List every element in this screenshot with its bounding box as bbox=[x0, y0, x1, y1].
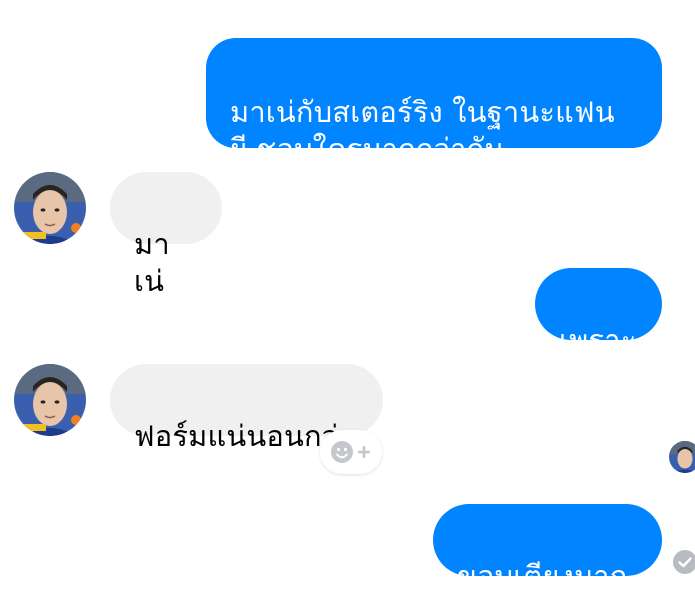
contact-avatar-icon[interactable] bbox=[14, 364, 86, 436]
seen-avatar-icon bbox=[669, 441, 695, 473]
add-reaction-button[interactable] bbox=[320, 430, 382, 474]
message-text: ขอบเตียงมาก bbox=[457, 559, 628, 593]
message-text: มาเน่ bbox=[134, 227, 170, 298]
outgoing-message-bubble[interactable]: เพราะ bbox=[535, 268, 662, 357]
check-circle-icon bbox=[673, 550, 695, 574]
incoming-message-bubble[interactable]: มาเน่ bbox=[110, 172, 222, 298]
smiley-plus-icon bbox=[331, 441, 370, 463]
message-text: มาเน่กับสเตอร์ริง ในฐานะแฟน ผี ชอบใครมาก… bbox=[230, 95, 615, 166]
check-icon bbox=[678, 557, 692, 568]
message-text: เพราะ bbox=[559, 323, 637, 357]
avatar-icon bbox=[14, 172, 86, 244]
contact-avatar-icon[interactable] bbox=[14, 172, 86, 244]
avatar-icon bbox=[14, 364, 86, 436]
avatar-icon bbox=[669, 441, 695, 473]
outgoing-message-bubble[interactable]: มาเน่กับสเตอร์ริง ในฐานะแฟน ผี ชอบใครมาก… bbox=[206, 38, 662, 166]
outgoing-message-bubble[interactable]: ขอบเตียงมาก bbox=[433, 504, 662, 593]
incoming-message-bubble[interactable]: ฟอร์มแน่นอนกว่า bbox=[110, 364, 383, 453]
